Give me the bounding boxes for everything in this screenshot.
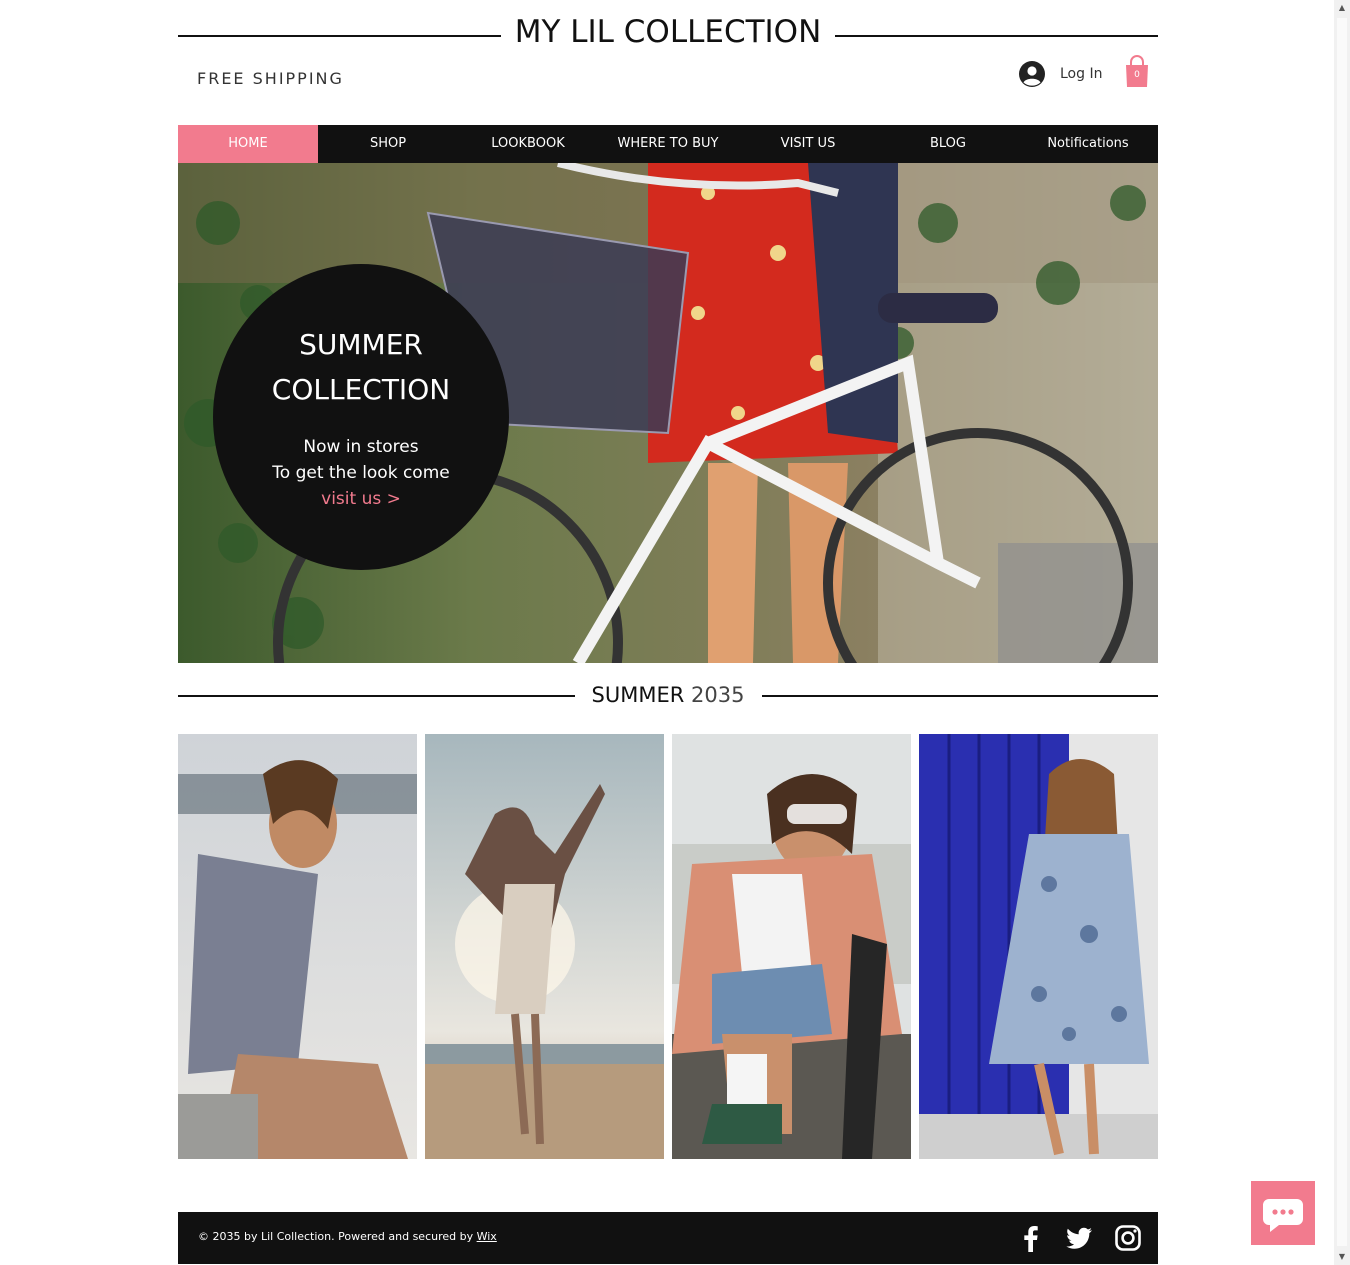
section-rule-left	[178, 695, 575, 697]
nav-item-where-to-buy[interactable]: WHERE TO BUY	[598, 125, 738, 163]
gallery-photo-2[interactable]	[425, 734, 664, 1159]
section-title-word: SUMMER	[591, 683, 685, 707]
gallery-photo-4-image	[919, 734, 1158, 1159]
hero-subtitle: Now in stores To get the look come visit…	[213, 434, 509, 512]
nav-item-blog[interactable]: BLOG	[878, 125, 1018, 163]
hero-promo-circle: SUMMER COLLECTION Now in stores To get t…	[213, 264, 509, 570]
section-rule-right	[762, 695, 1158, 697]
main-nav: HOME SHOP LOOKBOOK WHERE TO BUY VISIT US…	[178, 125, 1158, 163]
wix-link[interactable]: Wix	[477, 1230, 497, 1243]
nav-item-visit-us[interactable]: VISIT US	[738, 125, 878, 163]
section-title: SUMMER 2035	[578, 683, 758, 707]
footer: © 2035 by Lil Collection. Powered and se…	[178, 1212, 1158, 1264]
facebook-icon[interactable]	[1017, 1224, 1045, 1252]
site-title[interactable]: MY LIL COLLECTION	[502, 14, 834, 50]
gallery-photo-2-image	[425, 734, 664, 1159]
gallery-photo-4[interactable]	[919, 734, 1158, 1159]
twitter-icon[interactable]	[1065, 1224, 1093, 1252]
login-label: Log In	[1060, 66, 1103, 82]
footer-copyright: © 2035 by Lil Collection. Powered and se…	[198, 1230, 497, 1243]
hero-sub-line1: Now in stores	[303, 437, 419, 457]
visit-us-link[interactable]: visit us >	[213, 486, 509, 512]
scroll-thumb[interactable]	[1337, 18, 1347, 1246]
chat-bubble-icon	[1263, 1199, 1303, 1232]
nav-item-shop[interactable]: SHOP	[318, 125, 458, 163]
nav-item-lookbook[interactable]: LOOKBOOK	[458, 125, 598, 163]
user-avatar-icon	[1019, 61, 1045, 87]
scroll-down-arrow-icon[interactable]: ▼	[1334, 1249, 1350, 1265]
gallery-photo-1[interactable]	[178, 734, 417, 1159]
page-scrollbar[interactable]: ▲ ▼	[1334, 0, 1350, 1265]
header-rule-left	[178, 35, 501, 37]
header-rule-right	[835, 35, 1158, 37]
free-shipping-text: FREE SHIPPING	[197, 69, 344, 88]
login-button[interactable]: Log In	[1018, 60, 1102, 88]
section-title-year: 2035	[691, 683, 745, 707]
gallery-photo-3-image	[672, 734, 911, 1159]
instagram-icon[interactable]	[1114, 1224, 1142, 1252]
nav-item-notifications[interactable]: Notifications	[1018, 125, 1158, 163]
nav-item-home[interactable]: HOME	[178, 125, 318, 163]
gallery-photo-3[interactable]	[672, 734, 911, 1159]
hero-sub-line2: To get the look come	[272, 463, 450, 483]
hero-title: SUMMER COLLECTION	[213, 322, 509, 412]
hero-title-line1: SUMMER	[299, 328, 423, 361]
cart-count-badge: 0	[1134, 70, 1140, 80]
scroll-up-arrow-icon[interactable]: ▲	[1334, 0, 1350, 16]
chat-button[interactable]	[1251, 1181, 1315, 1245]
gallery-photo-1-image	[178, 734, 417, 1159]
hero-title-line2: COLLECTION	[271, 373, 451, 406]
footer-copyright-text: © 2035 by Lil Collection. Powered and se…	[198, 1230, 474, 1243]
